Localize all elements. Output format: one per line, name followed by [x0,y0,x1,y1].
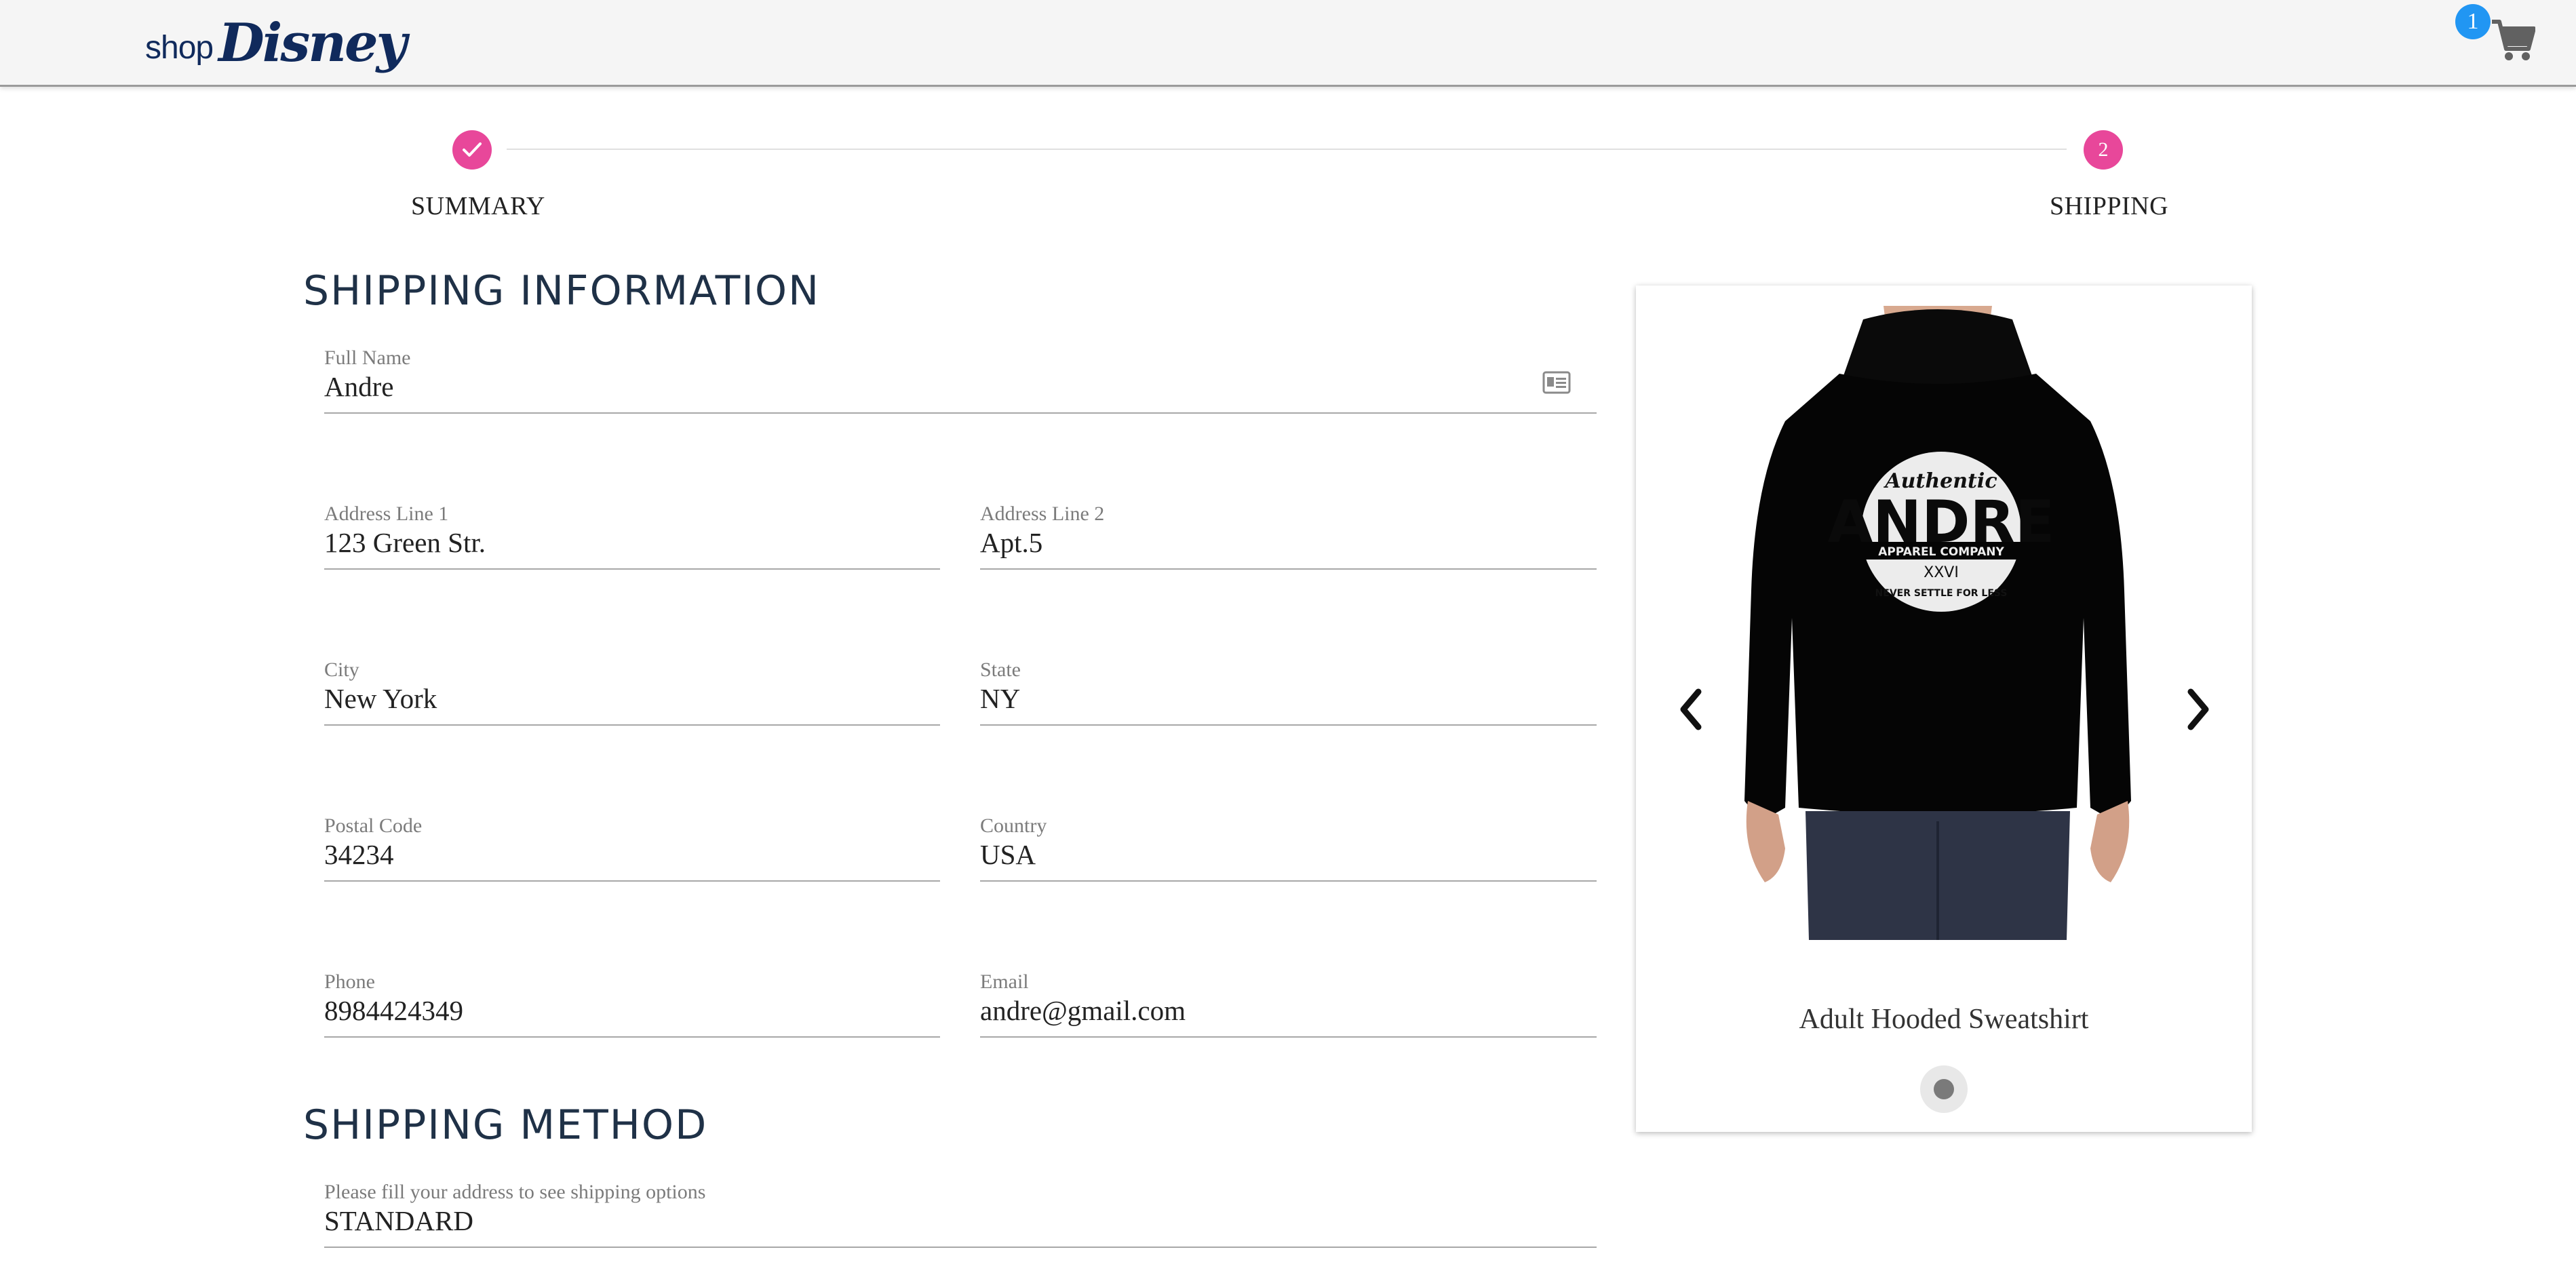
shopdisney-logo[interactable]: shop Disney [145,12,407,74]
postal-code-underline [324,880,940,882]
product-name: Adult Hooded Sweatshirt [1799,1004,2089,1035]
country-field[interactable]: Country USA [980,815,1597,916]
full-name-underline [324,412,1597,414]
phone-underline [324,1036,940,1038]
top-app-bar: shop Disney 1 [0,0,2576,87]
shipping-method-value[interactable]: STANDARD [324,1204,473,1237]
shipping-method-heading: SHIPPING METHOD [303,1101,708,1149]
state-underline [980,724,1597,726]
full-name-input[interactable]: Andre [324,370,393,403]
city-label: City [324,659,359,681]
state-field[interactable]: State NY [980,659,1597,760]
postal-code-field[interactable]: Postal Code 34234 [324,815,940,916]
step-summary-label[interactable]: SUMMARY [411,191,545,221]
address-line-2-label: Address Line 2 [980,503,1105,525]
cart-count-badge: 1 [2455,4,2491,39]
postal-code-label: Postal Code [324,815,423,837]
step-summary-circle[interactable] [452,130,492,170]
logo-shop-text: shop [145,29,214,66]
phone-input[interactable]: 8984424349 [324,994,463,1027]
country-input[interactable]: USA [980,838,1036,871]
stepper-connector [507,149,2067,150]
step-shipping-circle[interactable]: 2 [2084,130,2123,170]
address-line-1-label: Address Line 1 [324,503,449,525]
shipping-method-select[interactable]: Please fill your address to see shipping… [324,1181,1597,1262]
shopping-cart-icon[interactable] [2491,19,2535,62]
phone-label: Phone [324,970,375,993]
address-line-2-input[interactable]: Apt.5 [980,526,1042,559]
carousel-dot-active [1934,1079,1954,1099]
email-label: Email [980,970,1029,993]
full-name-field[interactable]: Full Name Andre [324,347,1597,448]
city-input[interactable]: New York [324,682,437,715]
city-underline [324,724,940,726]
carousel-indicator-dot[interactable] [1920,1065,1968,1113]
check-icon [463,142,482,157]
address-line-1-field[interactable]: Address Line 1 123 Green Str. [324,503,940,604]
print-number-text: XXVI [1924,564,1959,581]
phone-field[interactable]: Phone 8984424349 [324,970,940,1072]
email-field[interactable]: Email andre@gmail.com [980,970,1597,1072]
carousel-next-arrow-icon[interactable] [2179,682,2219,737]
print-slogan-text: NEVER SETTLE FOR LESS [1875,588,2008,599]
logo-disney-text: Disney [218,12,407,74]
print-apparel-text: APPAREL COMPANY [1878,545,2004,559]
address-line-1-input[interactable]: 123 Green Str. [324,526,486,559]
carousel-prev-arrow-icon[interactable] [1670,682,1711,737]
shipping-information-heading: SHIPPING INFORMATION [303,267,821,315]
state-label: State [980,659,1021,681]
step-shipping-label[interactable]: SHIPPING [2050,191,2168,221]
city-field[interactable]: City New York [324,659,940,760]
state-input[interactable]: NY [980,682,1020,715]
shipping-method-label: Please fill your address to see shipping… [324,1181,706,1203]
country-underline [980,880,1597,882]
full-name-label: Full Name [324,347,411,369]
address-line-1-underline [324,568,940,570]
email-underline [980,1036,1597,1038]
country-label: Country [980,815,1047,837]
hoodie-product-image: Authentic ANDRE APPAREL COMPANY XXVI NEV… [1744,306,2131,940]
product-carousel-card: Authentic ANDRE APPAREL COMPANY XXVI NEV… [1636,286,2252,1132]
email-input[interactable]: andre@gmail.com [980,994,1186,1027]
postal-code-input[interactable]: 34234 [324,838,394,871]
shipping-method-underline [324,1247,1597,1248]
contact-card-icon[interactable] [1542,371,1571,394]
address-line-2-underline [980,568,1597,570]
address-line-2-field[interactable]: Address Line 2 Apt.5 [980,503,1597,604]
